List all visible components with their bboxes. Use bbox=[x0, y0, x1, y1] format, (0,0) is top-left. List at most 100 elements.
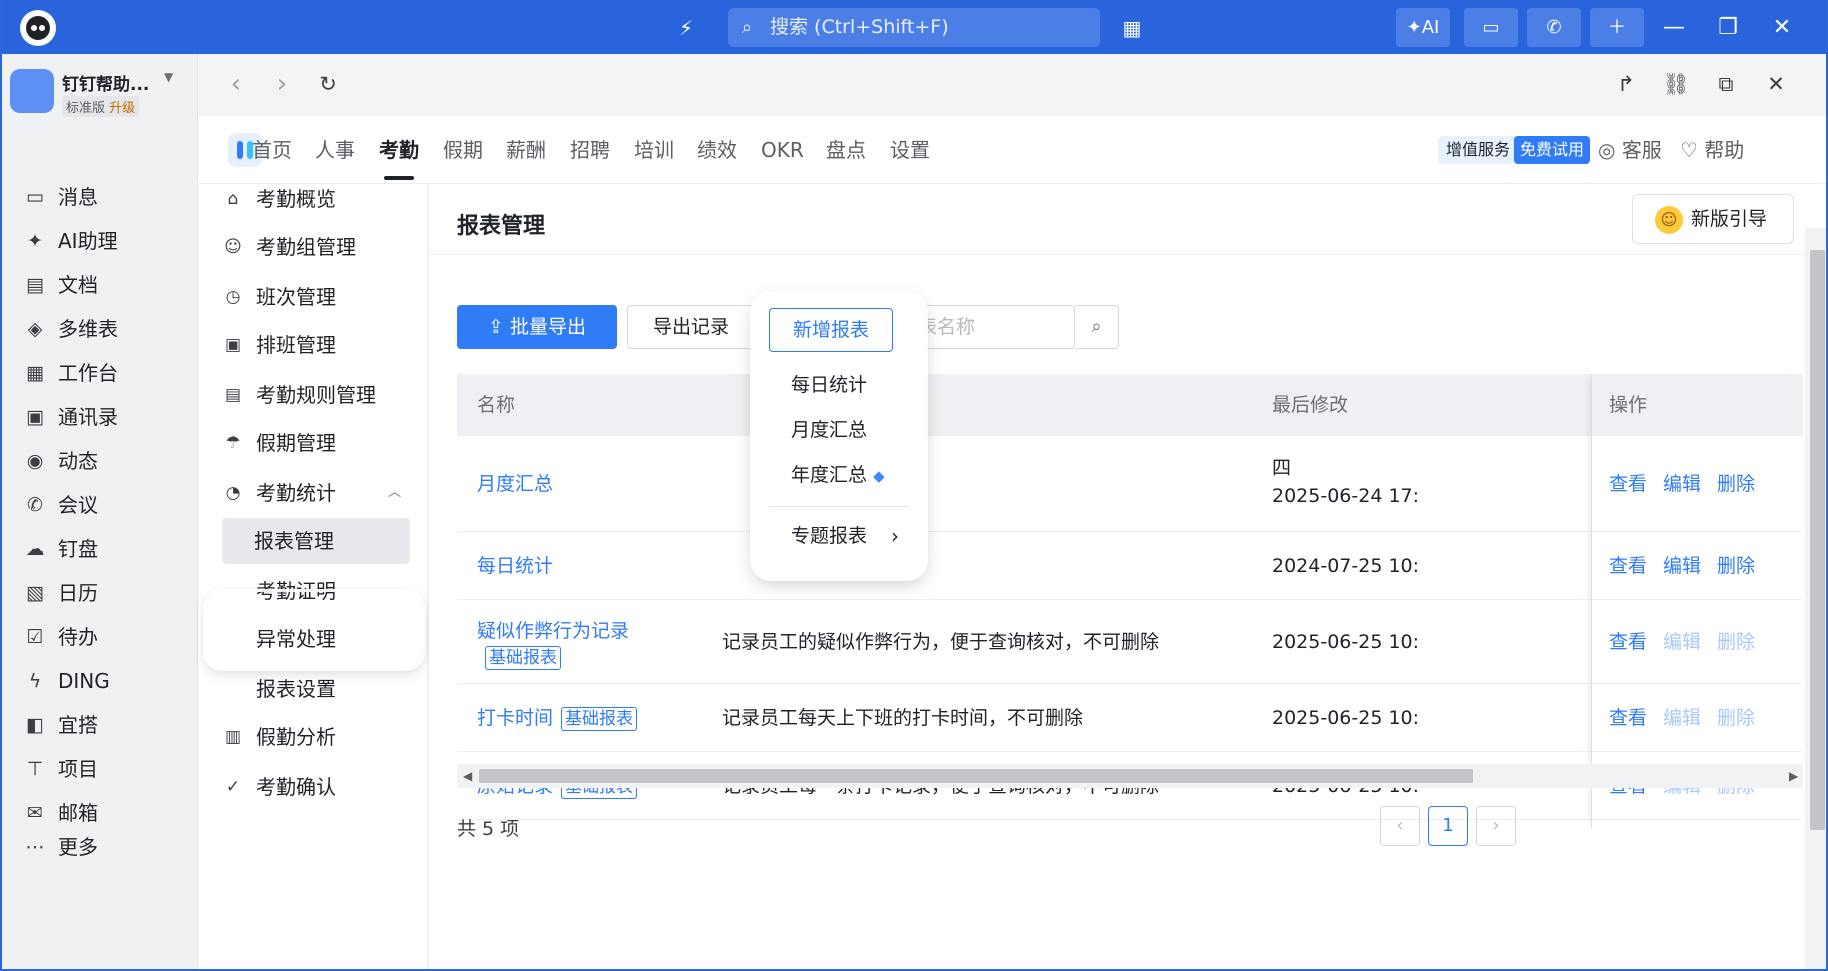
app-nav-label: 消息 bbox=[58, 185, 98, 209]
tab-3[interactable]: 假期 bbox=[443, 116, 483, 184]
contacts-icon: ▣ bbox=[26, 406, 44, 428]
app-nav-meeting[interactable]: ✆ 会议 bbox=[2, 482, 198, 528]
app-nav-project[interactable]: ⊤ 项目 bbox=[2, 746, 198, 792]
call-button[interactable]: ✆ bbox=[1527, 8, 1581, 47]
app-nav-message[interactable]: ▭ 消息 bbox=[2, 174, 198, 220]
forward-arrow-icon[interactable]: › bbox=[266, 68, 298, 100]
side-menu-item[interactable]: ◔ 考勤统计 ︿ bbox=[198, 468, 428, 518]
multitable-icon: ◈ bbox=[27, 318, 43, 340]
close-page-icon[interactable]: ✕ bbox=[1760, 68, 1792, 100]
value-added-service[interactable]: 增值服务 免费试用 bbox=[1438, 136, 1591, 164]
add-button[interactable]: ＋ bbox=[1590, 8, 1644, 47]
app-nav-label: 项目 bbox=[58, 757, 98, 781]
report-name-link[interactable]: 疑似作弊行为记录基础报表 bbox=[477, 618, 697, 670]
tab-5[interactable]: 招聘 bbox=[570, 116, 610, 184]
title-bar: ⚡ ⟲ ⌕ 搜索 (Ctrl+Shift+F) ▦ ✦AI ▭ ✆ ＋ — ❐ … bbox=[2, 2, 1826, 54]
org-name[interactable]: 钉钉帮助... bbox=[62, 70, 149, 95]
link-icon[interactable]: ⛓ bbox=[1660, 68, 1692, 100]
ai-button[interactable]: ✦AI bbox=[1396, 8, 1450, 47]
drive-icon: ☁ bbox=[25, 538, 45, 560]
headset-icon: ◎ bbox=[1598, 138, 1622, 162]
app-nav-yida[interactable]: ◧ 宜搭 bbox=[2, 702, 198, 748]
tab-9[interactable]: 盘点 bbox=[826, 116, 866, 184]
app-nav-ai-assistant[interactable]: ✦ AI助理 bbox=[2, 218, 198, 264]
modified-weekday: 四 bbox=[1272, 457, 1292, 479]
app-nav-workbench[interactable]: ▦ 工作台 bbox=[2, 350, 198, 396]
side-menu-item[interactable]: ▥ 假勤分析 bbox=[198, 712, 428, 762]
help-link[interactable]: ♡ 帮助 bbox=[1680, 136, 1744, 164]
batch-export-button[interactable]: ⇪ 批量导出 bbox=[457, 305, 617, 349]
search-icon[interactable]: ⌕ bbox=[1075, 305, 1119, 349]
side-menu-item[interactable]: ◷ 班次管理 bbox=[198, 272, 428, 322]
side-menu-item[interactable]: ▣ 排班管理 bbox=[198, 320, 428, 370]
app-nav-contacts[interactable]: ▣ 通讯录 bbox=[2, 394, 198, 440]
open-window-icon[interactable]: ⧉ bbox=[1710, 68, 1742, 100]
tab-4[interactable]: 薪酬 bbox=[506, 116, 546, 184]
share-icon[interactable]: ↱ bbox=[1610, 68, 1642, 100]
minimize-button[interactable]: — bbox=[1658, 12, 1690, 44]
menu-item-daily[interactable]: 每日统计 bbox=[769, 363, 925, 408]
next-page-button[interactable]: › bbox=[1476, 806, 1516, 846]
chevron-up-icon[interactable]: ︿ bbox=[388, 468, 401, 518]
apps-grid-icon[interactable]: ▦ bbox=[1118, 14, 1146, 42]
app-nav-more[interactable]: ⋯ 更多 bbox=[2, 824, 198, 870]
side-menu-item[interactable]: 报表设置 bbox=[198, 664, 428, 714]
upload-icon: ⇪ bbox=[488, 316, 510, 338]
global-search-input[interactable]: ⌕ 搜索 (Ctrl+Shift+F) bbox=[728, 8, 1100, 47]
app-nav-drive[interactable]: ☁ 钉盘 bbox=[2, 526, 198, 572]
menu-item-monthly[interactable]: 月度汇总 bbox=[769, 408, 925, 453]
new-report-button[interactable]: 新增报表 bbox=[769, 308, 893, 352]
org-avatar[interactable] bbox=[10, 69, 54, 113]
report-name-link[interactable]: 打卡时间 基础报表 bbox=[477, 705, 638, 731]
side-menu-label: 考勤组管理 bbox=[256, 235, 356, 259]
chevron-down-icon[interactable]: ▼ bbox=[164, 70, 173, 84]
side-menu-item[interactable]: ☂ 假期管理 bbox=[198, 418, 428, 468]
side-menu-item[interactable]: ⌂ 考勤概览 bbox=[198, 174, 428, 224]
todo-icon: ☑ bbox=[26, 626, 44, 648]
report-name-link[interactable]: 月度汇总 bbox=[477, 471, 553, 497]
prev-page-button[interactable]: ‹ bbox=[1380, 806, 1420, 846]
statistics-icon: ◔ bbox=[225, 483, 241, 503]
side-menu-item[interactable]: 报表管理 bbox=[222, 518, 410, 564]
customer-service-link[interactable]: ◎ 客服 bbox=[1598, 136, 1662, 164]
side-menu-item[interactable]: ✓ 考勤确认 bbox=[198, 762, 428, 812]
horizontal-scrollbar[interactable]: ◀ ▶ bbox=[457, 764, 1803, 788]
home-icon: ⌂ bbox=[227, 189, 239, 209]
app-nav-ding[interactable]: ϟ DING bbox=[2, 658, 198, 704]
menu-item-yearly[interactable]: 年度汇总 ◆ bbox=[769, 453, 925, 498]
tab-10[interactable]: 设置 bbox=[890, 116, 930, 184]
refresh-icon[interactable]: ↻ bbox=[312, 68, 344, 100]
tab-8[interactable]: OKR bbox=[761, 116, 804, 184]
app-nav-document[interactable]: ▤ 文档 bbox=[2, 262, 198, 308]
app-nav-label: 日历 bbox=[58, 581, 98, 605]
back-arrow-icon[interactable]: ‹ bbox=[220, 68, 252, 100]
app-nav-activity[interactable]: ◉ 动态 bbox=[2, 438, 198, 484]
page-number[interactable]: 1 bbox=[1428, 806, 1468, 846]
app-nav-calendar[interactable]: ▧ 日历 bbox=[2, 570, 198, 616]
app-nav-todo[interactable]: ☑ 待办 bbox=[2, 614, 198, 660]
app-nav-label: 文档 bbox=[58, 273, 98, 297]
dingtalk-logo[interactable] bbox=[20, 10, 56, 46]
side-menu-item[interactable]: ▤ 考勤规则管理 bbox=[198, 370, 428, 420]
tab-6[interactable]: 培训 bbox=[634, 116, 674, 184]
ding-icon: ϟ bbox=[28, 670, 42, 692]
new-guide-button[interactable]: ☺ 新版引导 bbox=[1632, 194, 1794, 244]
total-count: 共 5 项 bbox=[457, 818, 520, 840]
report-name-link[interactable]: 每日统计 bbox=[477, 553, 553, 579]
screen-share-button[interactable]: ▭ bbox=[1464, 8, 1518, 47]
tab-7[interactable]: 绩效 bbox=[697, 116, 737, 184]
diamond-icon: ◆ bbox=[873, 467, 885, 485]
menu-item-special[interactable]: 专题报表 › bbox=[769, 514, 925, 559]
export-log-button[interactable]: 导出记录 bbox=[627, 305, 755, 349]
attendance-side-menu: ⌂ 考勤概览 ☺ 考勤组管理 ◷ 班次管理 ▣ 排班管理 ▤ 考勤规则管理 ☂ 假期管理 ◔ 考勤统计 ︿ 报… bbox=[198, 184, 428, 969]
org-edition-badge[interactable]: 标准版 升级 bbox=[62, 96, 140, 117]
restore-button[interactable]: ❐ bbox=[1712, 12, 1744, 44]
app-nav-multitable[interactable]: ◈ 多维表 bbox=[2, 306, 198, 352]
vertical-scrollbar[interactable] bbox=[1805, 228, 1826, 969]
app-nav-label: 通讯录 bbox=[58, 405, 118, 429]
side-menu-item[interactable]: ☺ 考勤组管理 bbox=[198, 222, 428, 272]
analysis-icon: ▥ bbox=[224, 727, 242, 747]
close-window-button[interactable]: ✕ bbox=[1766, 12, 1798, 44]
document-icon: ▤ bbox=[26, 274, 44, 296]
lightning-beta-icon[interactable]: ⚡ bbox=[672, 14, 700, 42]
